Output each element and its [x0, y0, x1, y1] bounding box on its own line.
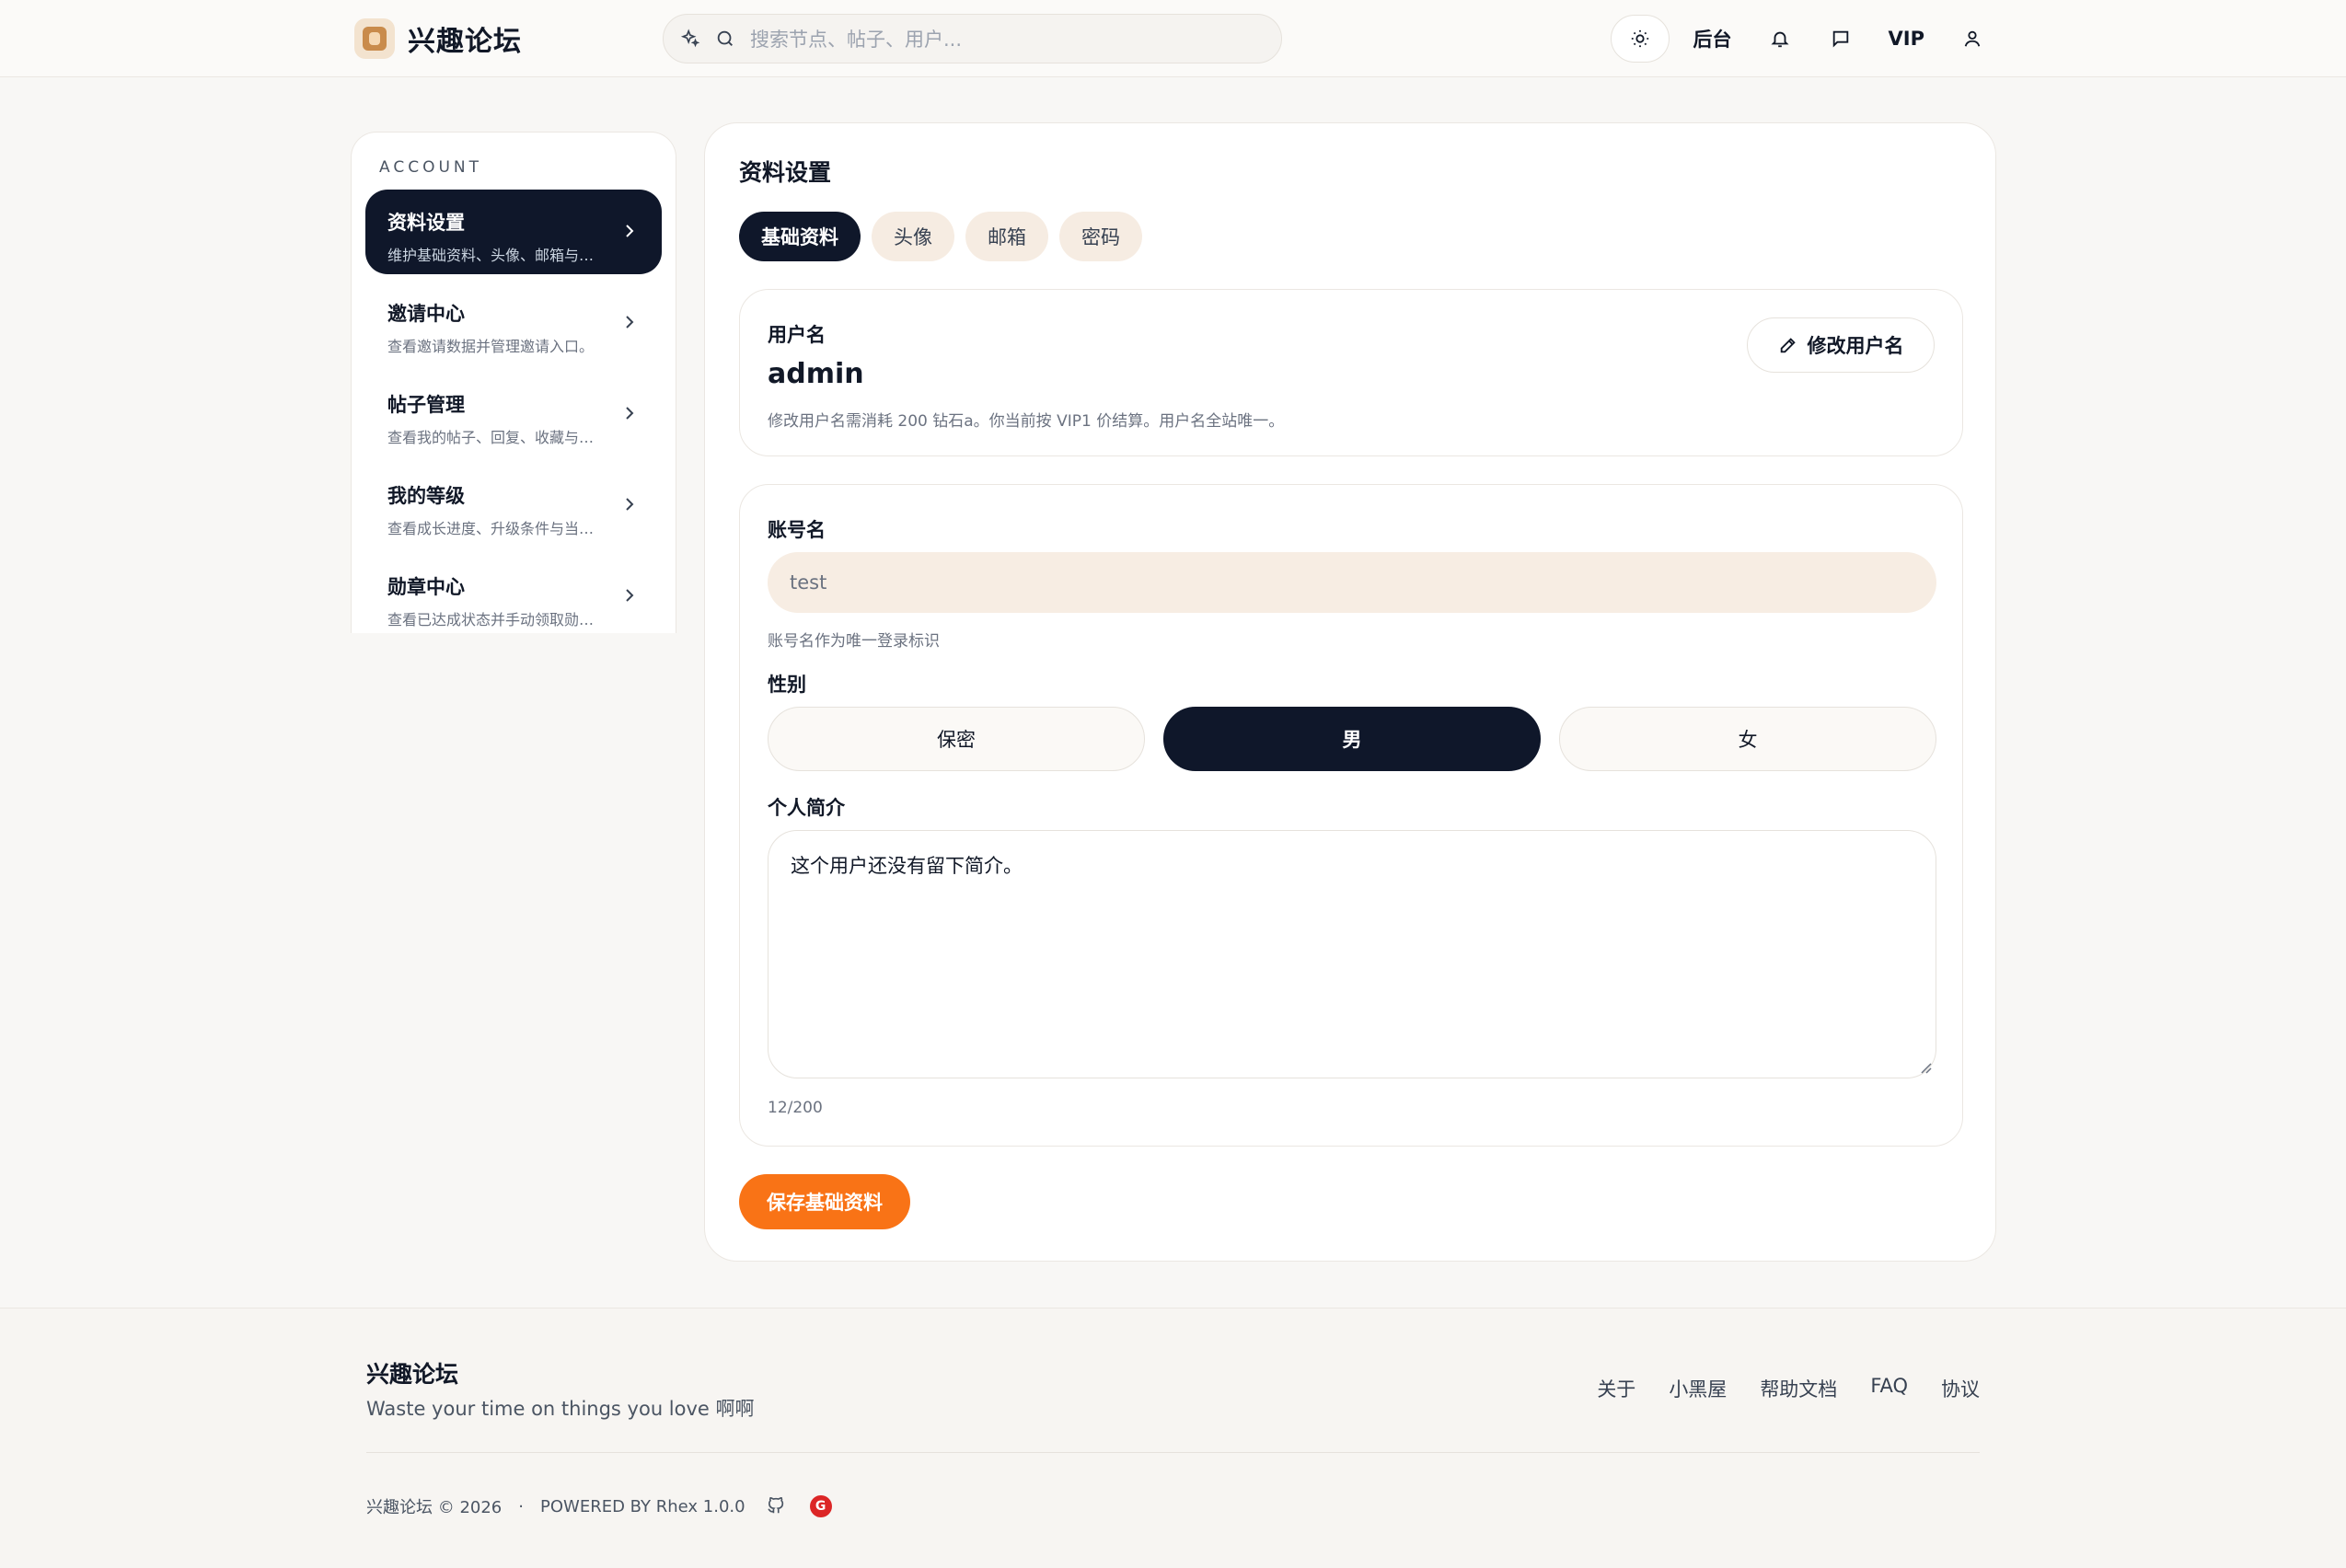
- site-footer: 兴趣论坛 Waste your time on things you love …: [0, 1308, 2346, 1568]
- sun-icon: [1631, 29, 1648, 48]
- sidebar-item-badges[interactable]: 勋章中心 查看已达成状态并手动领取勋章。: [365, 554, 662, 633]
- bio-label: 个人简介: [768, 797, 845, 819]
- sidebar-item-desc: 查看我的帖子、回复、收藏与点赞。: [387, 429, 605, 446]
- sidebar-item-desc: 查看邀请数据并管理邀请入口。: [387, 338, 595, 355]
- username-section: 用户名 admin 修改用户名需消耗 200 钻石a。你当前按 VIP1 价结算…: [739, 289, 1963, 456]
- footer-link-faq[interactable]: FAQ: [1870, 1375, 1908, 1402]
- username-label: 用户名: [768, 324, 826, 346]
- edit-username-button[interactable]: 修改用户名: [1747, 317, 1935, 373]
- sidebar-item-desc: 查看成长进度、升级条件与当前等级。: [387, 520, 605, 537]
- chevron-right-icon: [621, 494, 638, 514]
- message-icon: [1832, 30, 1848, 48]
- admin-link[interactable]: 后台: [1682, 15, 1743, 63]
- sidebar-item-title: 我的等级: [387, 485, 465, 507]
- account-field[interactable]: test: [768, 552, 1936, 613]
- sidebar-item-profile[interactable]: 资料设置 维护基础资料、头像、邮箱与密码。: [365, 190, 662, 274]
- gender-label: 性别: [768, 674, 806, 696]
- bio-text: 这个用户还没有留下简介。: [791, 855, 1023, 877]
- account-hint: 账号名作为唯一登录标识: [768, 632, 940, 651]
- brand-name: 兴趣论坛: [408, 26, 522, 58]
- footer-divider: [366, 1452, 1980, 1453]
- gender-option-male[interactable]: 男: [1163, 707, 1541, 771]
- messages-button[interactable]: [1817, 15, 1865, 63]
- sidebar-item-invite[interactable]: 邀请中心 查看邀请数据并管理邀请入口。: [365, 281, 662, 365]
- edit-username-label: 修改用户名: [1807, 335, 1904, 357]
- search-icon: [713, 27, 737, 51]
- chevron-right-icon: [621, 585, 638, 605]
- sidebar-item-desc: 查看已达成状态并手动领取勋章。: [387, 611, 605, 628]
- github-icon[interactable]: [766, 1495, 788, 1517]
- sidebar-section-title: ACCOUNT: [379, 158, 482, 177]
- tab-avatar[interactable]: 头像: [872, 212, 954, 261]
- sidebar-item-title: 勋章中心: [387, 576, 465, 598]
- search-placeholder: 搜索节点、帖子、用户...: [750, 29, 963, 51]
- top-header: 兴趣论坛 搜索节点、帖子、用户... 后台 VIP: [0, 0, 2346, 77]
- save-basic-info-button[interactable]: 保存基础资料: [739, 1174, 910, 1229]
- user-icon: [1964, 30, 1981, 47]
- footer-powered-by: POWERED BY Rhex 1.0.0: [540, 1496, 745, 1516]
- chevron-right-icon: [621, 312, 638, 332]
- brand-link[interactable]: 兴趣论坛: [354, 18, 522, 59]
- brand-logo: [354, 18, 395, 59]
- bell-icon: [1770, 31, 1789, 48]
- footer-slogan: Waste your time on things you love 啊啊: [366, 1398, 755, 1420]
- chevron-right-icon: [621, 403, 638, 423]
- header-actions: 后台 VIP: [1610, 15, 1996, 63]
- gender-option-female[interactable]: 女: [1559, 707, 1936, 771]
- pencil-icon: [1778, 335, 1798, 355]
- footer-copyright: 兴趣论坛 © 2026: [366, 1498, 503, 1517]
- page-title: 资料设置: [739, 159, 832, 186]
- sidebar-item-title: 资料设置: [387, 212, 465, 234]
- basic-info-form: 账号名 test 账号名作为唯一登录标识 性别 保密 男 女 个人简介 这个用户…: [739, 484, 1963, 1147]
- sparkle-icon[interactable]: [678, 27, 702, 51]
- tab-password[interactable]: 密码: [1059, 212, 1142, 261]
- sidebar-item-desc: 维护基础资料、头像、邮箱与密码。: [387, 247, 605, 264]
- footer-links: 关于 小黑屋 帮助文档 FAQ 协议: [1564, 1375, 1980, 1402]
- tab-email[interactable]: 邮箱: [965, 212, 1048, 261]
- user-menu-button[interactable]: [1948, 15, 1996, 63]
- theme-toggle-button[interactable]: [1610, 15, 1670, 63]
- footer-link-help[interactable]: 帮助文档: [1760, 1375, 1837, 1402]
- account-label: 账号名: [768, 519, 826, 541]
- sidebar-item-level[interactable]: 我的等级 查看成长进度、升级条件与当前等级。: [365, 463, 662, 548]
- footer-link-about[interactable]: 关于: [1597, 1375, 1635, 1402]
- profile-settings-card: 资料设置 基础资料 头像 邮箱 密码 用户名 admin 修改用户名需消耗 20…: [704, 122, 1996, 1262]
- footer-brand: 兴趣论坛: [366, 1361, 459, 1388]
- chevron-right-icon: [621, 221, 638, 241]
- sidebar-item-posts[interactable]: 帖子管理 查看我的帖子、回复、收藏与点赞。: [365, 372, 662, 456]
- username-hint: 修改用户名需消耗 200 钻石a。你当前按 VIP1 价结算。用户名全站唯一。: [768, 412, 1285, 431]
- sidebar-item-title: 邀请中心: [387, 303, 465, 325]
- footer-separator: ·: [518, 1496, 524, 1516]
- gitee-letter: G: [815, 1499, 826, 1514]
- bio-char-count: 12/200: [768, 1099, 823, 1117]
- footer-bottom: 兴趣论坛 © 2026 · POWERED BY Rhex 1.0.0 G: [366, 1494, 832, 1518]
- resize-handle-icon[interactable]: [1919, 1061, 1932, 1074]
- footer-link-blacklist[interactable]: 小黑屋: [1669, 1375, 1727, 1402]
- tab-basic-info[interactable]: 基础资料: [739, 212, 861, 261]
- notification-button[interactable]: [1756, 15, 1804, 63]
- bio-textarea[interactable]: 这个用户还没有留下简介。: [768, 830, 1936, 1078]
- vip-link[interactable]: VIP: [1878, 15, 1936, 63]
- username-value: admin: [768, 358, 864, 390]
- gender-selector: 保密 男 女: [768, 707, 1936, 771]
- account-sidebar: ACCOUNT 资料设置 维护基础资料、头像、邮箱与密码。 邀请中心 查看邀请数…: [351, 132, 676, 633]
- settings-tabs: 基础资料 头像 邮箱 密码: [739, 212, 1153, 261]
- gender-option-secret[interactable]: 保密: [768, 707, 1145, 771]
- sidebar-item-title: 帖子管理: [387, 394, 465, 416]
- gitee-icon[interactable]: G: [809, 1495, 832, 1517]
- search-input[interactable]: 搜索节点、帖子、用户...: [663, 14, 1282, 63]
- footer-link-terms[interactable]: 协议: [1941, 1375, 1980, 1402]
